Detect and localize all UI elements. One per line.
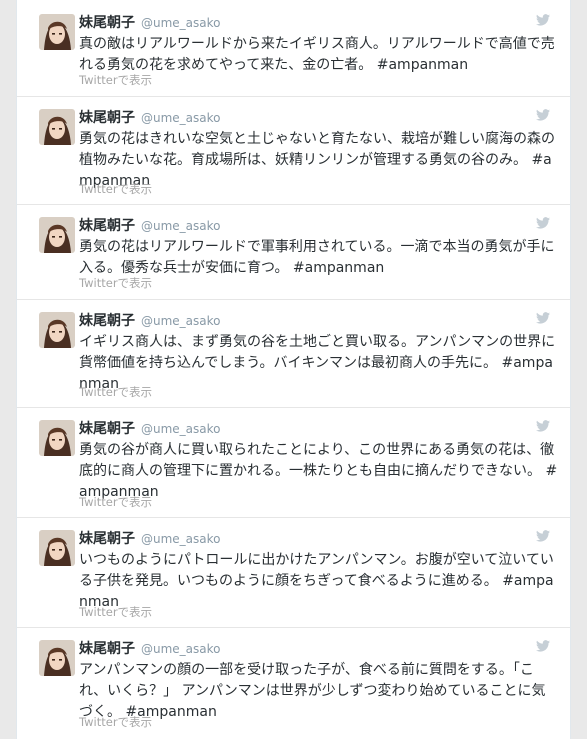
- tweet-body: 勇気の花はきれいな空気と土じゃないと育たない、栽培が難しい腐海の森の植物みたいな…: [79, 131, 555, 168]
- view-on-twitter-link[interactable]: Twitterで表示: [79, 494, 152, 510]
- tweet-card: 妹尾朝子 @ume_asako 真の敵はリアルワールドから来たイギリス商人。リアル…: [17, 2, 570, 97]
- tweet-header: 妹尾朝子 @ume_asako: [79, 107, 221, 127]
- avatar[interactable]: [39, 217, 75, 253]
- tweet-header: 妹尾朝子 @ume_asako: [79, 638, 221, 658]
- avatar[interactable]: [39, 530, 75, 566]
- tweet-card: 妹尾朝子 @ume_asako 勇気の花はきれいな空気と土じゃないと育たない、栽培…: [17, 97, 570, 205]
- author-name[interactable]: 妹尾朝子: [79, 531, 135, 547]
- tweet-header: 妹尾朝子 @ume_asako: [79, 12, 221, 32]
- author-name[interactable]: 妹尾朝子: [79, 313, 135, 329]
- twitter-bird-icon[interactable]: [536, 312, 550, 324]
- tweet-body: いつものようにパトロールに出かけたアンパンマン。お腹が空いて泣いている子供を発見…: [79, 552, 554, 589]
- tweet-card: 妹尾朝子 @ume_asako 勇気の花はリアルワールドで軍事利用されている。一滴…: [17, 205, 570, 300]
- tweet-body: 勇気の谷が商人に買い取られたことにより、この世界にある勇気の花は、徹底的に商人の…: [79, 442, 555, 479]
- tweet-header: 妹尾朝子 @ume_asako: [79, 528, 221, 548]
- tweet-card: 妹尾朝子 @ume_asako 勇気の谷が商人に買い取られたことにより、この世界に…: [17, 408, 570, 518]
- tweet-card: 妹尾朝子 @ume_asako いつものようにパトロールに出かけたアンパンマン。お…: [17, 518, 570, 628]
- view-on-twitter-link[interactable]: Twitterで表示: [79, 181, 152, 197]
- twitter-bird-icon[interactable]: [536, 217, 550, 229]
- twitter-bird-icon[interactable]: [536, 420, 550, 432]
- hashtag-link[interactable]: #ampanman: [293, 260, 384, 276]
- view-on-twitter-link[interactable]: Twitterで表示: [79, 384, 152, 400]
- tweet-column: 妹尾朝子 @ume_asako 真の敵はリアルワールドから来たイギリス商人。リアル…: [16, 0, 571, 739]
- avatar[interactable]: [39, 312, 75, 348]
- view-on-twitter-link[interactable]: Twitterで表示: [79, 72, 152, 88]
- author-handle[interactable]: @ume_asako: [141, 532, 221, 546]
- author-name[interactable]: 妹尾朝子: [79, 218, 135, 234]
- author-handle[interactable]: @ume_asako: [141, 111, 221, 125]
- view-on-twitter-link[interactable]: Twitterで表示: [79, 275, 152, 291]
- twitter-bird-icon[interactable]: [536, 14, 550, 26]
- author-name[interactable]: 妹尾朝子: [79, 421, 135, 437]
- tweet-text: 真の敵はリアルワールドから来たイギリス商人。リアルワールドで高値で売れる勇気の花…: [79, 34, 559, 76]
- author-name[interactable]: 妹尾朝子: [79, 15, 135, 31]
- tweet-card: 妹尾朝子 @ume_asako イギリス商人は、まず勇気の谷を土地ごと買い取る。ア…: [17, 300, 570, 408]
- author-handle[interactable]: @ume_asako: [141, 219, 221, 233]
- tweet-header: 妹尾朝子 @ume_asako: [79, 418, 221, 438]
- author-handle[interactable]: @ume_asako: [141, 642, 221, 656]
- tweet-header: 妹尾朝子 @ume_asako: [79, 215, 221, 235]
- twitter-bird-icon[interactable]: [536, 109, 550, 121]
- author-handle[interactable]: @ume_asako: [141, 422, 221, 436]
- avatar[interactable]: [39, 109, 75, 145]
- avatar[interactable]: [39, 14, 75, 50]
- tweet-card: 妹尾朝子 @ume_asako アンパンマンの顔の一部を受け取った子が、食べる前に…: [17, 628, 570, 739]
- author-name[interactable]: 妹尾朝子: [79, 641, 135, 657]
- twitter-bird-icon[interactable]: [536, 640, 550, 652]
- hashtag-link[interactable]: #ampanman: [377, 57, 468, 73]
- view-on-twitter-link[interactable]: Twitterで表示: [79, 604, 152, 620]
- twitter-bird-icon[interactable]: [536, 530, 550, 542]
- avatar[interactable]: [39, 640, 75, 676]
- tweet-body: 真の敵はリアルワールドから来たイギリス商人。リアルワールドで高値で売れる勇気の花…: [79, 36, 555, 73]
- author-handle[interactable]: @ume_asako: [141, 16, 221, 30]
- tweet-body: イギリス商人は、まず勇気の谷を土地ごと買い取る。アンパンマンの世界に貨幣価値を持…: [79, 334, 556, 371]
- author-handle[interactable]: @ume_asako: [141, 314, 221, 328]
- tweet-header: 妹尾朝子 @ume_asako: [79, 310, 221, 330]
- avatar[interactable]: [39, 420, 75, 456]
- tweet-text: 勇気の花はリアルワールドで軍事利用されている。一滴で本当の勇気が手に入る。優秀な…: [79, 237, 559, 279]
- author-name[interactable]: 妹尾朝子: [79, 110, 135, 126]
- view-on-twitter-link[interactable]: Twitterで表示: [79, 714, 152, 730]
